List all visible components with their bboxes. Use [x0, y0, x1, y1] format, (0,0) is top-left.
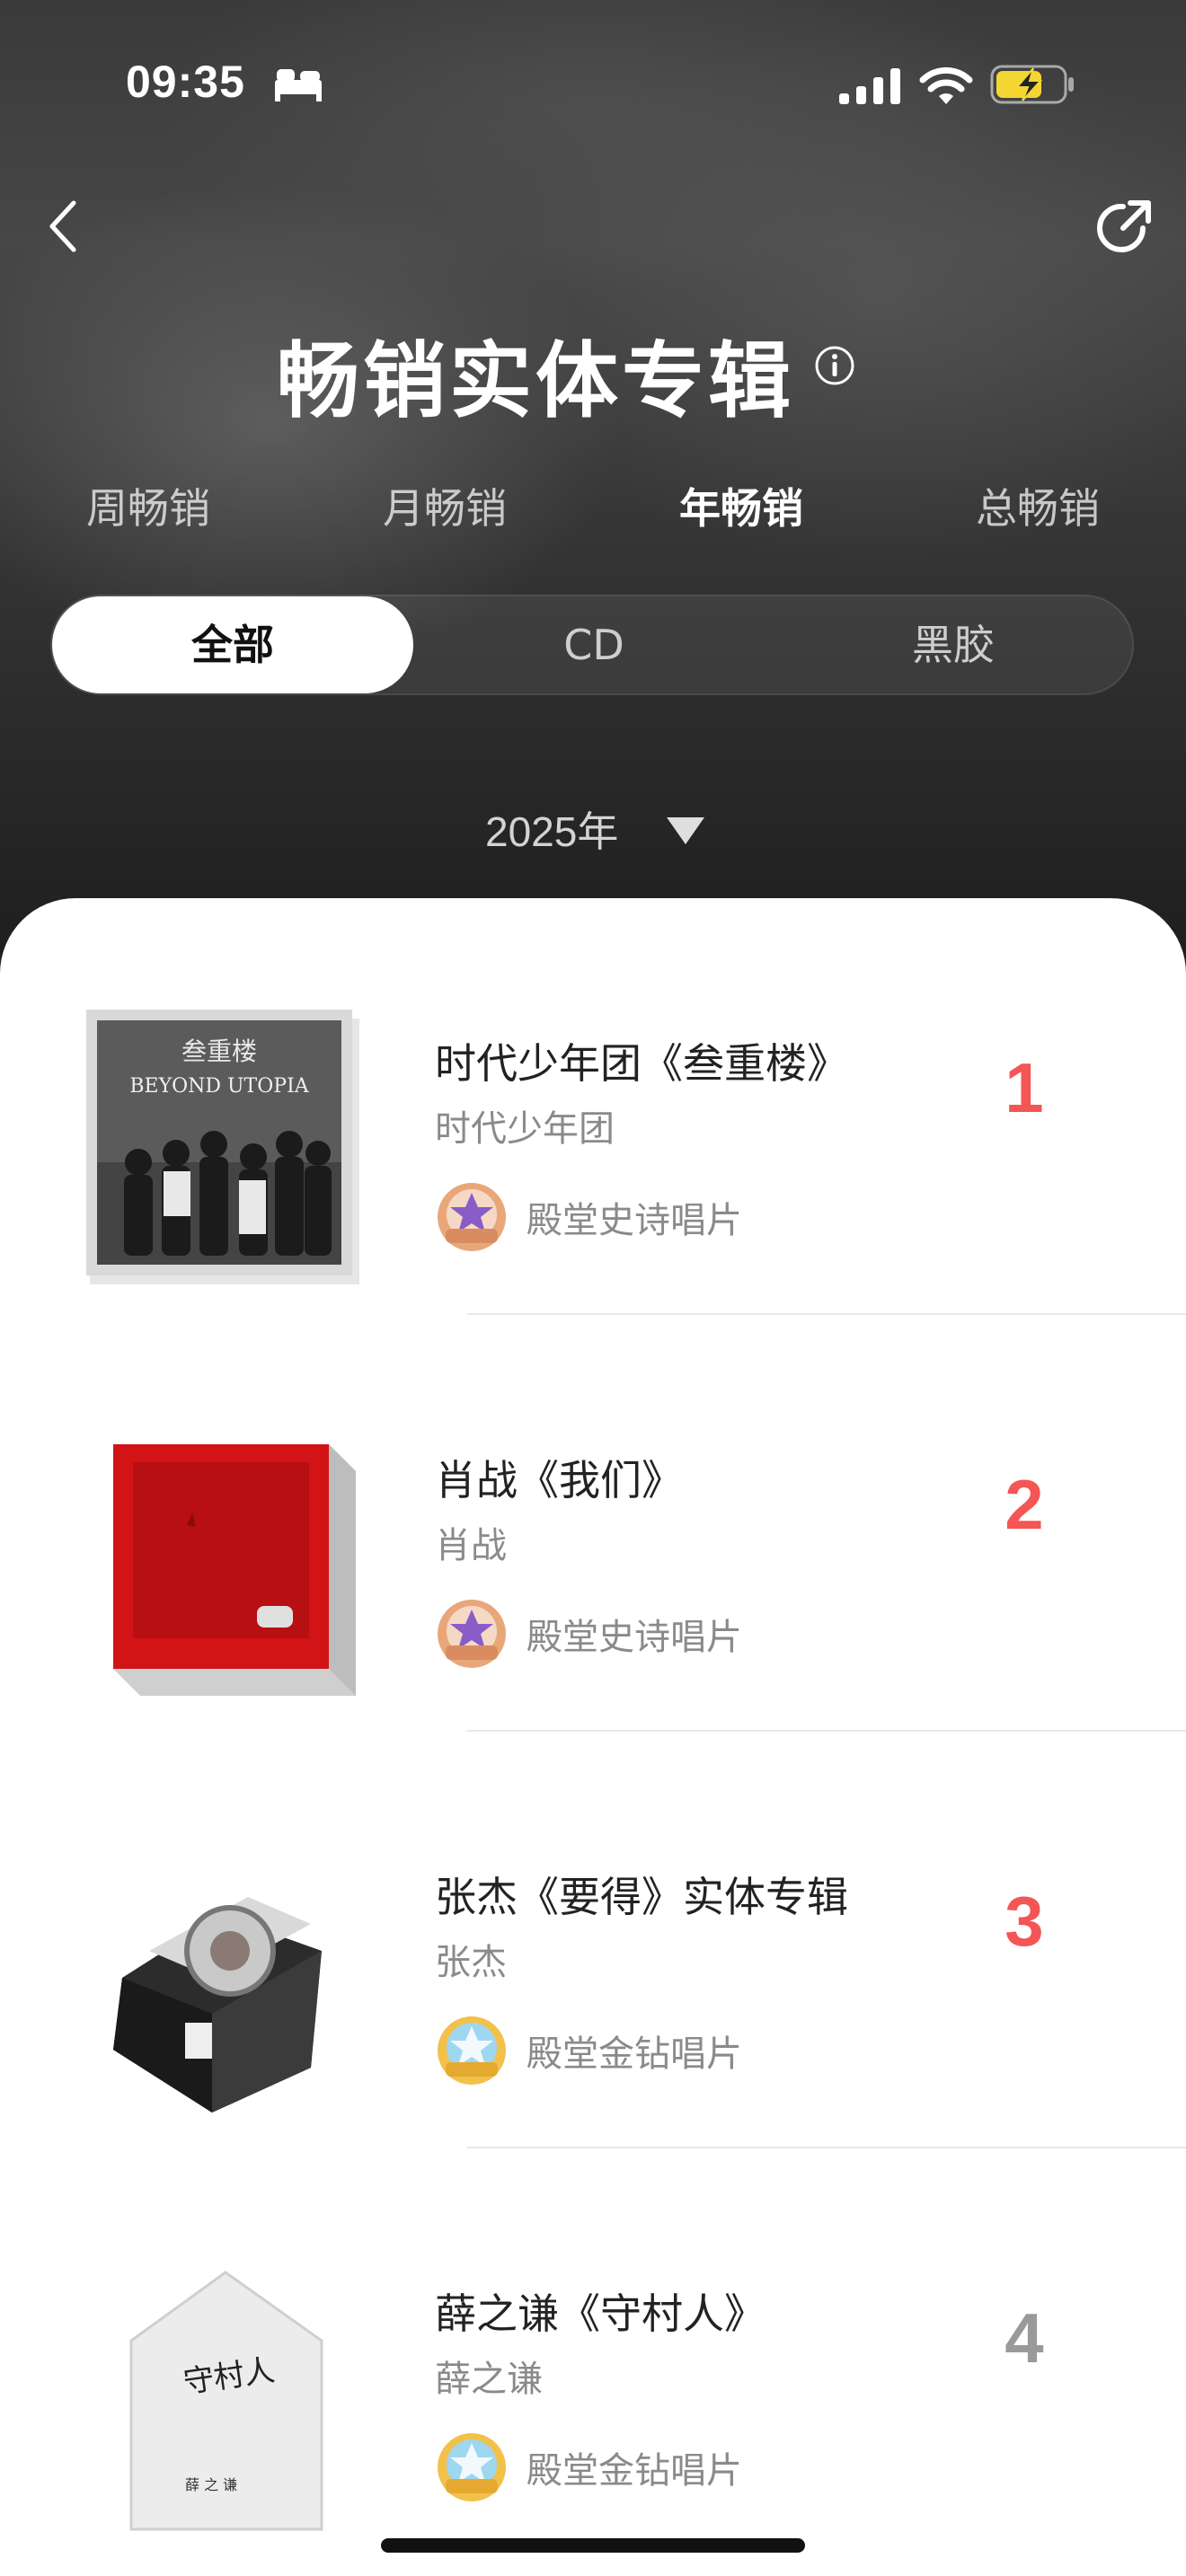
format-cd[interactable]: CD	[413, 596, 774, 693]
album-item[interactable]: 叁重楼 BEYOND UTOPIA 时代少年团《叁重楼》 时代少年团 殿堂史诗唱…	[0, 898, 1186, 1315]
album-artist: 时代少年团	[435, 1108, 615, 1150]
home-indicator[interactable]	[381, 2538, 805, 2553]
status-bar: 09:35	[0, 0, 1186, 171]
album-artist: 薛之谦	[435, 2359, 543, 2400]
epic-record-badge-icon	[438, 1183, 506, 1251]
rank-number: 3	[1005, 1882, 1044, 1961]
album-title: 肖战《我们》	[435, 1456, 683, 1504]
format-vinyl[interactable]: 黑胶	[773, 596, 1134, 693]
diamond-record-badge-icon	[438, 2016, 506, 2085]
rank-number: 2	[1005, 1465, 1044, 1544]
epic-record-badge-icon	[438, 1600, 506, 1668]
album-item[interactable]: 张杰《要得》实体专辑 张杰 殿堂金钻唱片 3	[0, 1732, 1186, 2148]
album-item[interactable]: 肖战《我们》 肖战 殿堂史诗唱片 2	[0, 1315, 1186, 1732]
album-artist: 张杰	[435, 1942, 507, 1983]
badge-label: 殿堂金钻唱片	[527, 2450, 742, 2492]
album-title: 薛之谦《守村人》	[435, 2289, 766, 2338]
cellular-signal-icon	[839, 68, 900, 104]
cover-subtitle: BEYOND UTOPIA	[129, 1075, 309, 1098]
format-all[interactable]: 全部	[52, 596, 413, 693]
rank-number: 4	[1005, 2298, 1044, 2378]
tab-monthly[interactable]: 月畅销	[296, 476, 593, 535]
status-time: 09:35	[126, 57, 245, 107]
album-title: 时代少年团《叁重楼》	[435, 1039, 848, 1088]
album-artist: 肖战	[435, 1525, 507, 1566]
rank-number: 1	[1005, 1048, 1044, 1127]
share-icon[interactable]	[1093, 196, 1155, 259]
album-cover: 守村人 薛 之 谦	[129, 2271, 323, 2531]
cover-subtitle: 薛 之 谦	[185, 2476, 237, 2493]
diamond-record-badge-icon	[438, 2433, 506, 2501]
battery-charging-icon	[990, 65, 1074, 104]
back-icon[interactable]	[47, 199, 79, 253]
page-title: 畅销实体专辑	[277, 333, 795, 429]
sleep-mode-icon	[275, 69, 322, 101]
badge-label: 殿堂金钻唱片	[527, 2033, 742, 2075]
tab-weekly[interactable]: 周畅销	[0, 476, 296, 535]
year-selector[interactable]: 2025年	[485, 799, 719, 862]
album-item[interactable]: 守村人 薛 之 谦 薛之谦《守村人》 薛之谦 殿堂金钻唱片 4	[0, 2148, 1186, 2565]
album-cover	[113, 1444, 356, 1696]
cover-title: 叁重楼	[181, 1037, 257, 1066]
badge-label: 殿堂史诗唱片	[527, 1200, 742, 1241]
tab-yearly[interactable]: 年畅销	[593, 476, 890, 535]
album-title: 张杰《要得》实体专辑	[435, 1873, 848, 1921]
badge-label: 殿堂史诗唱片	[527, 1617, 742, 1658]
caret-down-icon	[667, 817, 704, 844]
info-icon[interactable]	[814, 345, 855, 386]
format-segmented-control: 全部 CD 黑胶	[50, 595, 1134, 695]
year-value: 2025年	[485, 808, 619, 855]
ranking-list: 叁重楼 BEYOND UTOPIA 时代少年团《叁重楼》 时代少年团 殿堂史诗唱…	[0, 898, 1186, 2576]
wifi-icon	[919, 66, 973, 104]
period-tabs: 周畅销 月畅销 年畅销 总畅销	[0, 476, 1186, 548]
album-cover: 叁重楼 BEYOND UTOPIA	[86, 1010, 359, 1284]
album-cover	[113, 1897, 322, 2113]
tab-all-time[interactable]: 总畅销	[890, 476, 1186, 535]
